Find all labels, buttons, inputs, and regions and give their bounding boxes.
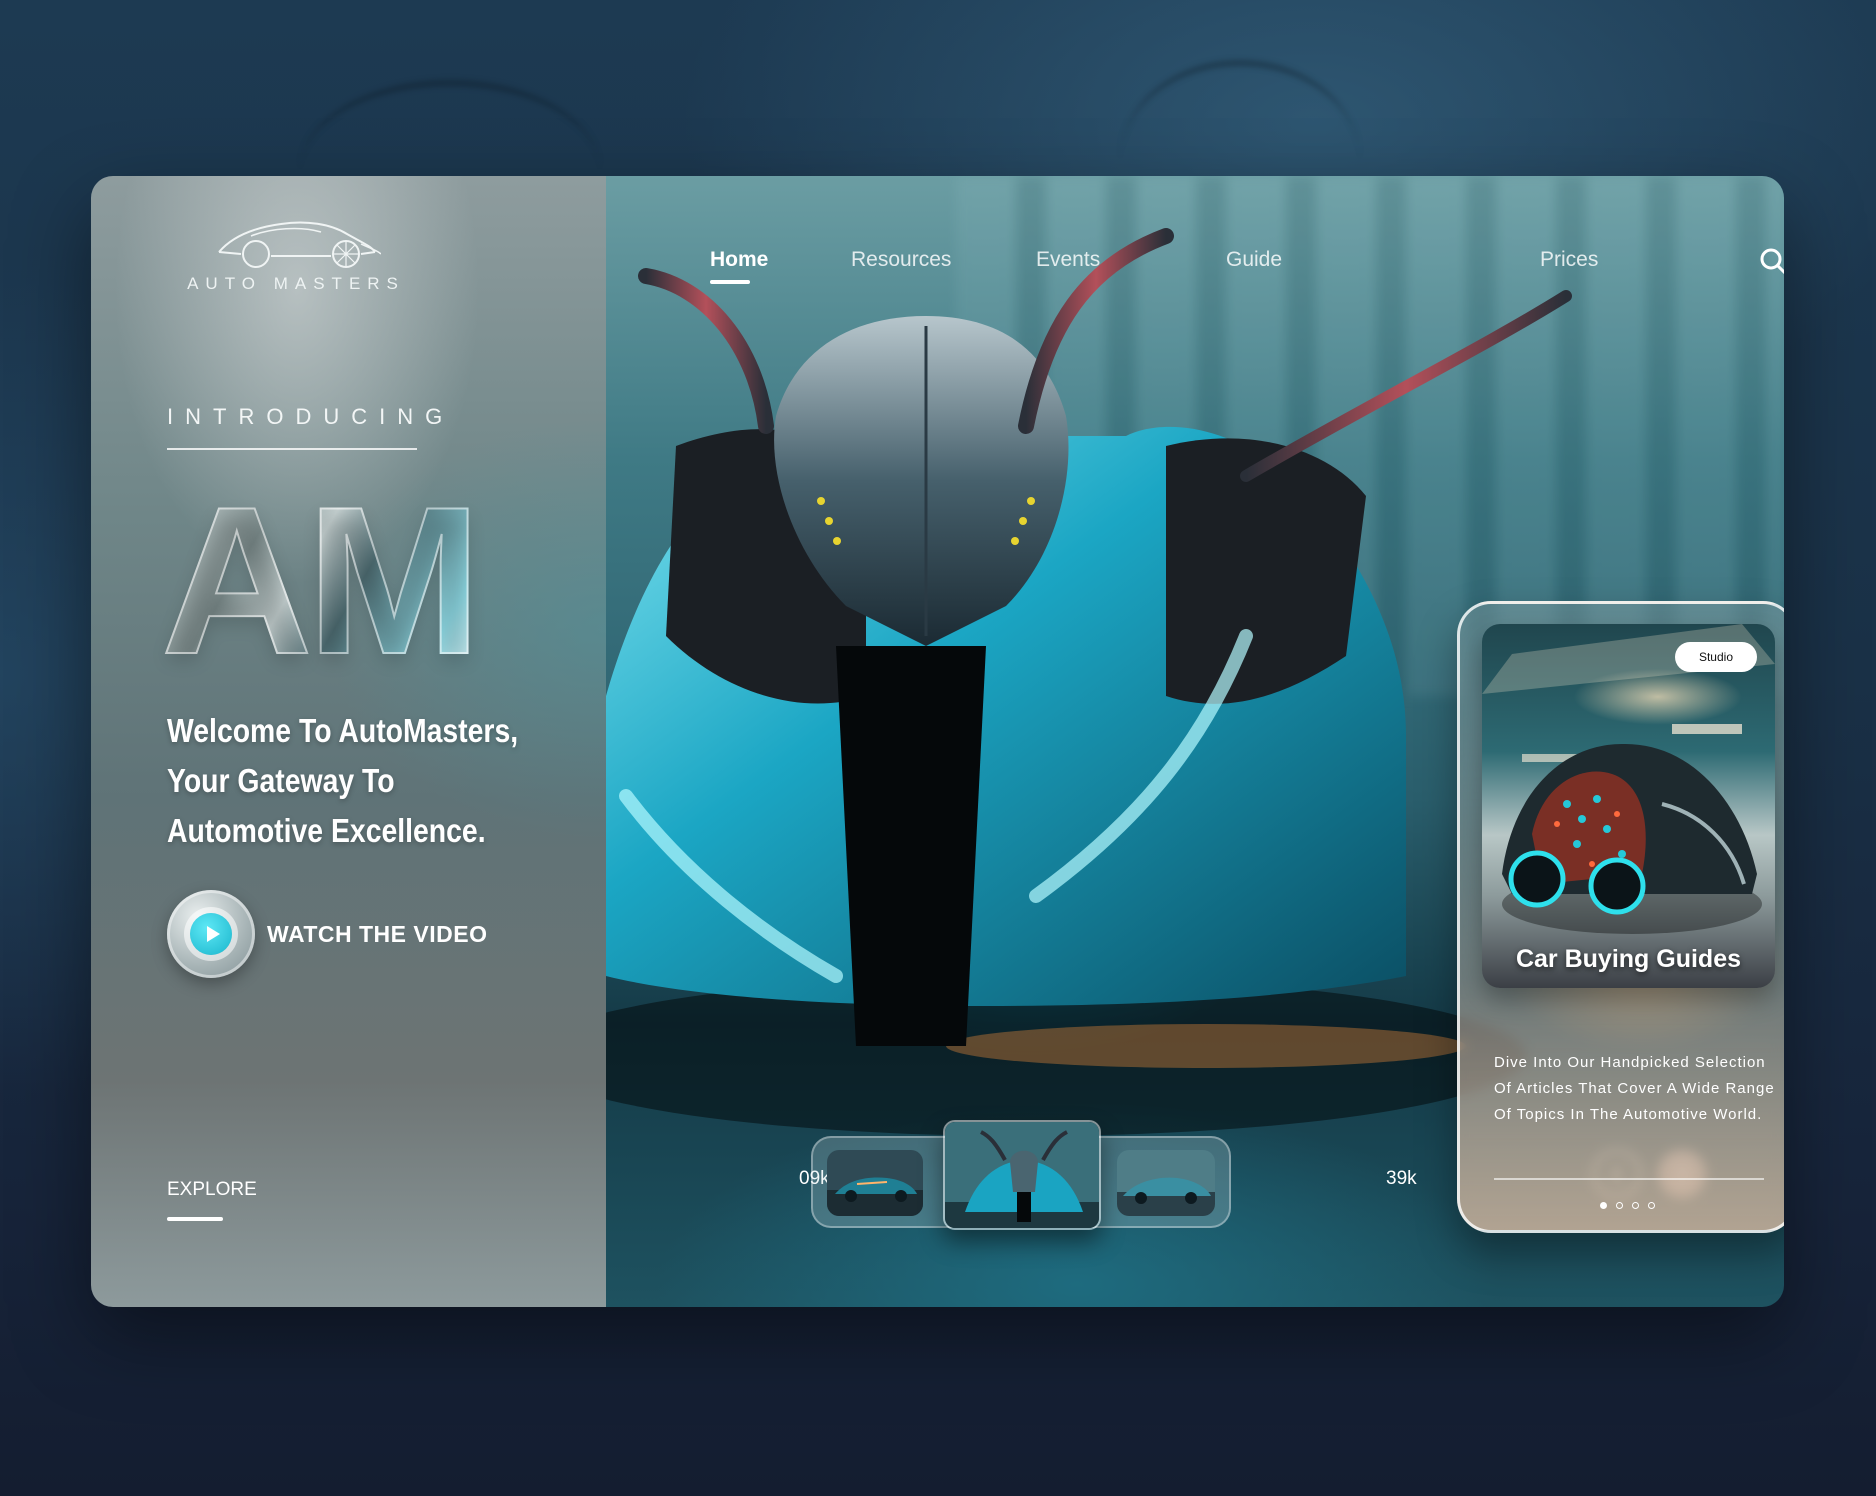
- thumbnail-item[interactable]: [1117, 1150, 1215, 1216]
- am-monogram: AM: [160, 463, 483, 698]
- thumbnail-item[interactable]: [827, 1150, 923, 1216]
- card-description: Dive Into Our Handpicked Selection Of Ar…: [1494, 1054, 1775, 1123]
- left-panel: AUTO MASTERS INTRODUCING AM Welcome To A…: [91, 176, 606, 1307]
- introducing-label: INTRODUCING: [167, 404, 455, 429]
- card-divider: [1494, 1178, 1764, 1180]
- thumbnail-item-active[interactable]: [943, 1120, 1101, 1230]
- nav-item-resources[interactable]: Resources: [851, 248, 951, 272]
- brand-name: AUTO MASTERS: [187, 274, 405, 293]
- brand-logo[interactable]: AUTO MASTERS: [171, 214, 421, 294]
- main-card: AUTO MASTERS INTRODUCING AM Welcome To A…: [91, 176, 1784, 1307]
- nav-active-underline: [710, 280, 750, 284]
- welcome-headline: Welcome To AutoMasters, Your Gateway To …: [167, 712, 519, 849]
- play-icon: [190, 913, 232, 955]
- nav-item-guide[interactable]: Guide: [1226, 248, 1282, 272]
- introducing-divider: [167, 448, 417, 450]
- nav-item-events[interactable]: Events: [1036, 248, 1100, 272]
- pager-dot[interactable]: [1631, 1202, 1639, 1209]
- studio-car-illustration: [1482, 624, 1775, 934]
- pager-dot[interactable]: [1599, 1202, 1607, 1209]
- nav-item-home[interactable]: Home: [710, 248, 768, 272]
- nav-item-prices[interactable]: Prices: [1540, 248, 1598, 272]
- studio-badge[interactable]: Studio: [1674, 642, 1757, 672]
- count-right: 39k: [1386, 1168, 1417, 1189]
- explore-link[interactable]: EXPLORE: [167, 1179, 257, 1201]
- car-buying-guides-card[interactable]: Studio Car Buying Guides Dive Into Our H…: [1457, 601, 1784, 1233]
- car-logo-icon: [218, 221, 381, 268]
- watch-video-label: WATCH THE VIDEO: [267, 920, 488, 947]
- watch-video-button[interactable]: WATCH THE VIDEO: [167, 890, 487, 978]
- explore-underline: [167, 1217, 223, 1221]
- card-pager: [1460, 1202, 1784, 1209]
- thumbnail-strip: [811, 1120, 1231, 1230]
- search-icon[interactable]: [1758, 246, 1784, 280]
- pager-dot[interactable]: [1615, 1202, 1623, 1209]
- card-title: Car Buying Guides: [1515, 945, 1742, 973]
- pager-dot[interactable]: [1647, 1202, 1655, 1209]
- play-button-ring[interactable]: [167, 890, 255, 978]
- main-nav: Home Resources Events Guide Prices: [606, 248, 1784, 288]
- card-image: Studio Car Buying Guides: [1482, 624, 1775, 988]
